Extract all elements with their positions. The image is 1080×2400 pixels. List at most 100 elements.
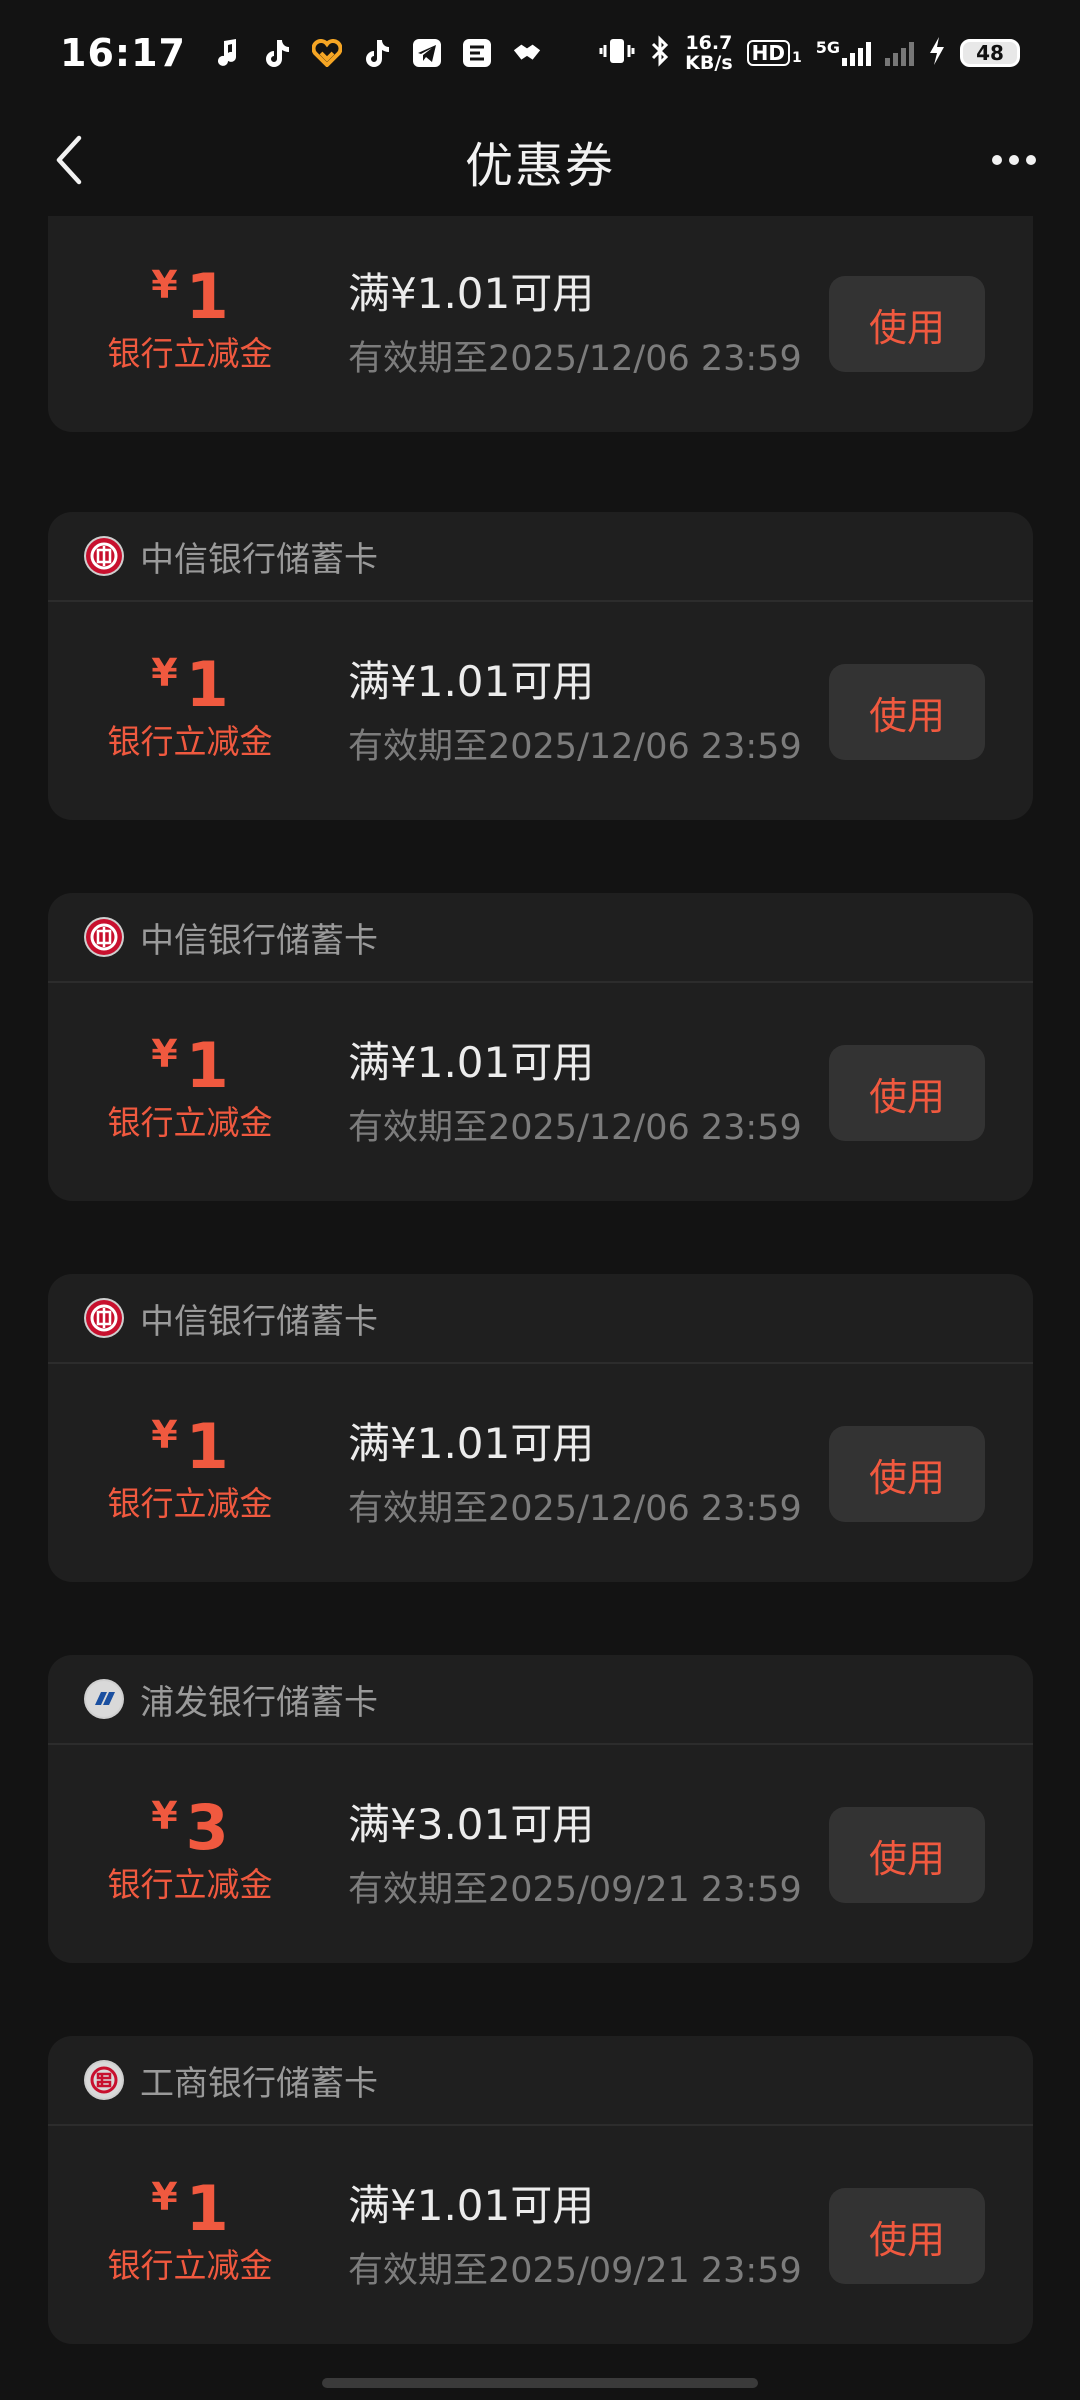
bank-name: 中信银行储蓄卡 (140, 539, 378, 580)
card-body: ¥1 银行立减金 满¥1.01可用 有效期至2025/12/06 23:59 使… (48, 602, 1033, 820)
use-button[interactable]: 使用 (829, 664, 985, 760)
more-dot (992, 155, 1002, 165)
bank-name: 中信银行储蓄卡 (140, 920, 378, 961)
coupon-card: 中信银行储蓄卡 ¥1 银行立减金 满¥1.01可用 有效期至2025/12/06… (48, 1274, 1033, 1582)
citic-bank-logo (84, 917, 124, 957)
validity-date: 有效期至2025/09/21 23:59 (348, 1870, 802, 1910)
coupon-card: 工商银行储蓄卡 ¥1 银行立减金 满¥1.01可用 有效期至2025/09/21… (48, 2036, 1033, 2344)
usage-condition: 满¥1.01可用 (348, 269, 595, 318)
back-button[interactable] (38, 130, 98, 190)
amount-label: 银行立减金 (107, 1865, 273, 1904)
coupon-card: 中信银行储蓄卡 ¥1 银行立减金 满¥1.01可用 有效期至2025/12/06… (48, 512, 1033, 820)
discount-amount: ¥1 银行立减金 (100, 2162, 280, 2288)
coupon-card: 中信银行储蓄卡 ¥1 银行立减金 满¥1.01可用 有效期至2025/12/06… (48, 893, 1033, 1201)
currency-symbol: ¥ (151, 1794, 178, 1838)
citic-bank-logo (84, 536, 124, 576)
citic-bank-logo (84, 1298, 124, 1338)
home-indicator[interactable] (322, 2378, 758, 2388)
bank-name: 中信银行储蓄卡 (140, 1301, 378, 1342)
network-type: 5G (815, 38, 840, 57)
more-dot (1009, 155, 1019, 165)
card-body: ¥1 银行立减金 满¥1.01可用 有效期至2025/12/06 23:59 使… (48, 983, 1033, 1201)
amount-value: 3 (185, 1791, 229, 1864)
amount-label: 银行立减金 (107, 1484, 273, 1523)
network-speed-unit: KB/s (685, 52, 733, 74)
currency-symbol: ¥ (151, 263, 178, 307)
cellular-signal-primary: 5G (816, 40, 871, 66)
network-speed: 16.7 KB/s (685, 33, 732, 73)
amount-value: 1 (185, 1029, 229, 1102)
status-indicators: 16.7 KB/s HD 1 5G 48 (599, 33, 1020, 73)
status-bar: 16:17 16.7 KB/s HD 1 5G 48 (0, 0, 1080, 106)
coupon-card: 浦发银行储蓄卡 ¥3 银行立减金 满¥3.01可用 有效期至2025/09/21… (48, 1655, 1033, 1963)
more-dot (1026, 155, 1036, 165)
amount-label: 银行立减金 (107, 334, 273, 373)
amount-label: 银行立减金 (107, 722, 273, 761)
amount-label: 银行立减金 (107, 1103, 273, 1142)
bank-name: 浦发银行储蓄卡 (140, 1682, 378, 1723)
battery-level: 48 (960, 39, 1020, 67)
status-time: 16:17 (60, 31, 186, 75)
card-header: 浦发银行储蓄卡 (48, 1655, 1033, 1745)
card-body: ¥3 银行立减金 满¥3.01可用 有效期至2025/09/21 23:59 使… (48, 1745, 1033, 1963)
discount-amount: ¥1 银行立减金 (100, 1019, 280, 1145)
amount-value: 1 (185, 2172, 229, 2245)
usage-condition: 满¥1.01可用 (348, 657, 595, 706)
discount-amount: ¥1 银行立减金 (100, 250, 280, 376)
card-body: ¥1 银行立减金 满¥1.01可用 有效期至2025/12/06 23:59 使… (48, 216, 1033, 432)
hd-sub: 1 (791, 50, 802, 66)
bank-name: 工商银行储蓄卡 (140, 2063, 378, 2104)
amount-label: 银行立减金 (107, 2246, 273, 2285)
validity-date: 有效期至2025/12/06 23:59 (348, 1108, 802, 1148)
charging-icon (928, 36, 946, 70)
handshake-icon (512, 38, 542, 68)
bluetooth-icon (649, 35, 671, 71)
network-speed-value: 16.7 (685, 32, 733, 54)
page-title: 优惠券 (464, 138, 615, 194)
discount-amount: ¥3 银行立减金 (100, 1781, 280, 1907)
card-header: 工商银行储蓄卡 (48, 2036, 1033, 2126)
use-button[interactable]: 使用 (829, 276, 985, 372)
currency-symbol: ¥ (151, 651, 178, 695)
validity-date: 有效期至2025/12/06 23:59 (348, 1489, 802, 1529)
usage-condition: 满¥3.01可用 (348, 1800, 595, 1849)
card-body: ¥1 银行立减金 满¥1.01可用 有效期至2025/12/06 23:59 使… (48, 1364, 1033, 1582)
amount-value: 1 (185, 1410, 229, 1483)
status-app-icons (212, 38, 542, 68)
tiktok-icon (262, 38, 292, 68)
discount-amount: ¥1 银行立减金 (100, 638, 280, 764)
use-button[interactable]: 使用 (829, 2188, 985, 2284)
music-note-icon (212, 38, 242, 68)
usage-condition: 满¥1.01可用 (348, 2181, 595, 2230)
coupon-list[interactable]: ¥1 银行立减金 满¥1.01可用 有效期至2025/12/06 23:59 使… (0, 216, 1080, 2400)
telegram-icon (412, 38, 442, 68)
usage-condition: 满¥1.01可用 (348, 1038, 595, 1087)
coupon-screen: 16:17 16.7 KB/s HD 1 5G 48 优惠券 ¥ 1 银行立减金… (0, 0, 1080, 2400)
validity-date: 有效期至2025/12/06 23:59 (348, 339, 802, 379)
vibrate-icon (599, 36, 635, 70)
card-header: 中信银行储蓄卡 (48, 1274, 1033, 1364)
use-button[interactable]: 使用 (829, 1426, 985, 1522)
usage-condition: 满¥1.01可用 (348, 1419, 595, 1468)
coupon-card: ¥1 银行立减金 满¥1.01可用 有效期至2025/12/06 23:59 使… (48, 216, 1033, 432)
currency-symbol: ¥ (151, 1032, 178, 1076)
discount-amount: ¥1 银行立减金 (100, 1400, 280, 1526)
spdb-bank-logo (84, 1679, 124, 1719)
validity-date: 有效期至2025/12/06 23:59 (348, 727, 802, 767)
amount-value: 1 (185, 260, 229, 333)
video-app-icon (462, 38, 492, 68)
use-button[interactable]: 使用 (829, 1045, 985, 1141)
chevron-left-icon (56, 135, 82, 185)
icbc-bank-logo (84, 2060, 124, 2100)
signal-bars-secondary-icon (885, 40, 914, 66)
currency-symbol: ¥ (151, 1413, 178, 1457)
more-options-button[interactable] (984, 140, 1044, 180)
hd-indicator: HD 1 (746, 40, 802, 66)
card-header: 中信银行储蓄卡 (48, 512, 1033, 602)
tiktok-icon (362, 38, 392, 68)
signal-bars-icon (842, 40, 871, 66)
currency-symbol: ¥ (151, 2175, 178, 2219)
use-button[interactable]: 使用 (829, 1807, 985, 1903)
amount-value: 1 (185, 648, 229, 721)
heart-app-icon (311, 38, 342, 68)
